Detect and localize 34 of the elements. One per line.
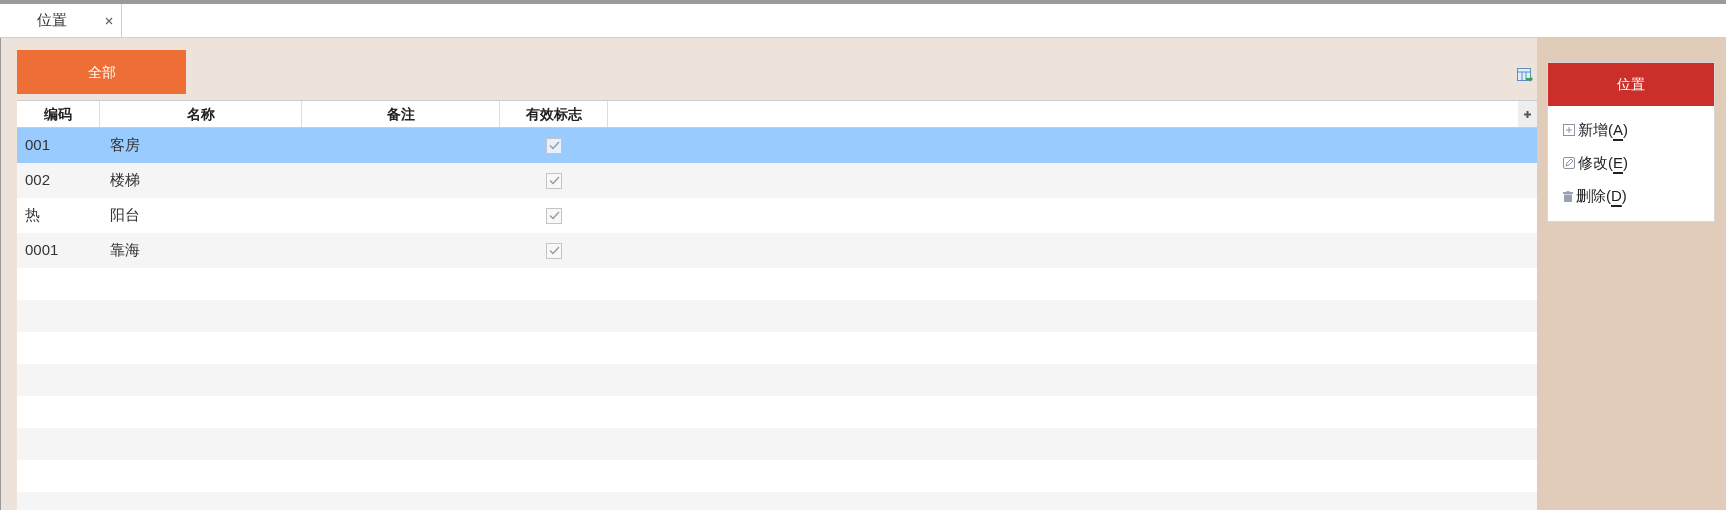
table-cell-text: 客房: [110, 135, 140, 156]
checkbox[interactable]: [546, 207, 562, 224]
close-icon[interactable]: [105, 16, 113, 25]
check-icon: [548, 211, 560, 220]
column-header[interactable]: 编码: [17, 101, 100, 127]
column-header[interactable]: 名称: [100, 101, 302, 127]
checkbox[interactable]: [546, 242, 562, 259]
table-cell-text: 靠海: [110, 240, 140, 261]
check-icon: [548, 141, 560, 150]
check-icon: [548, 176, 560, 185]
table-cell-text: 楼梯: [110, 170, 140, 191]
plus-icon: [1563, 124, 1575, 136]
table-cell-text: 001: [25, 135, 51, 156]
action-menu-item[interactable]: 删除(D): [1563, 185, 1714, 207]
checkbox[interactable]: [546, 172, 562, 189]
action-menu-item[interactable]: 修改(E): [1563, 152, 1714, 174]
export-table-icon[interactable]: [1517, 68, 1533, 83]
table-cell-text: 阳台: [110, 205, 140, 226]
table-row[interactable]: 001 客房: [17, 128, 1537, 163]
pencil-icon: [1563, 157, 1575, 169]
table-row[interactable]: 0001 靠海: [17, 233, 1537, 268]
table-cell-text: 0001: [25, 240, 59, 261]
check-icon: [548, 246, 560, 255]
table-row[interactable]: 002 楼梯: [17, 163, 1537, 198]
add-column-button[interactable]: [1518, 101, 1537, 127]
panel-title: 位置: [1548, 63, 1714, 106]
plus-icon: [1524, 110, 1531, 118]
trash-icon: [1563, 190, 1573, 202]
column-header[interactable]: 备注: [302, 101, 500, 127]
column-header[interactable]: 有效标志: [500, 101, 608, 127]
table-cell-text: 热: [25, 205, 40, 226]
checkbox[interactable]: [546, 137, 562, 154]
action-menu-item[interactable]: 新增(A): [1563, 119, 1714, 141]
table-cell-text: 002: [25, 170, 51, 191]
